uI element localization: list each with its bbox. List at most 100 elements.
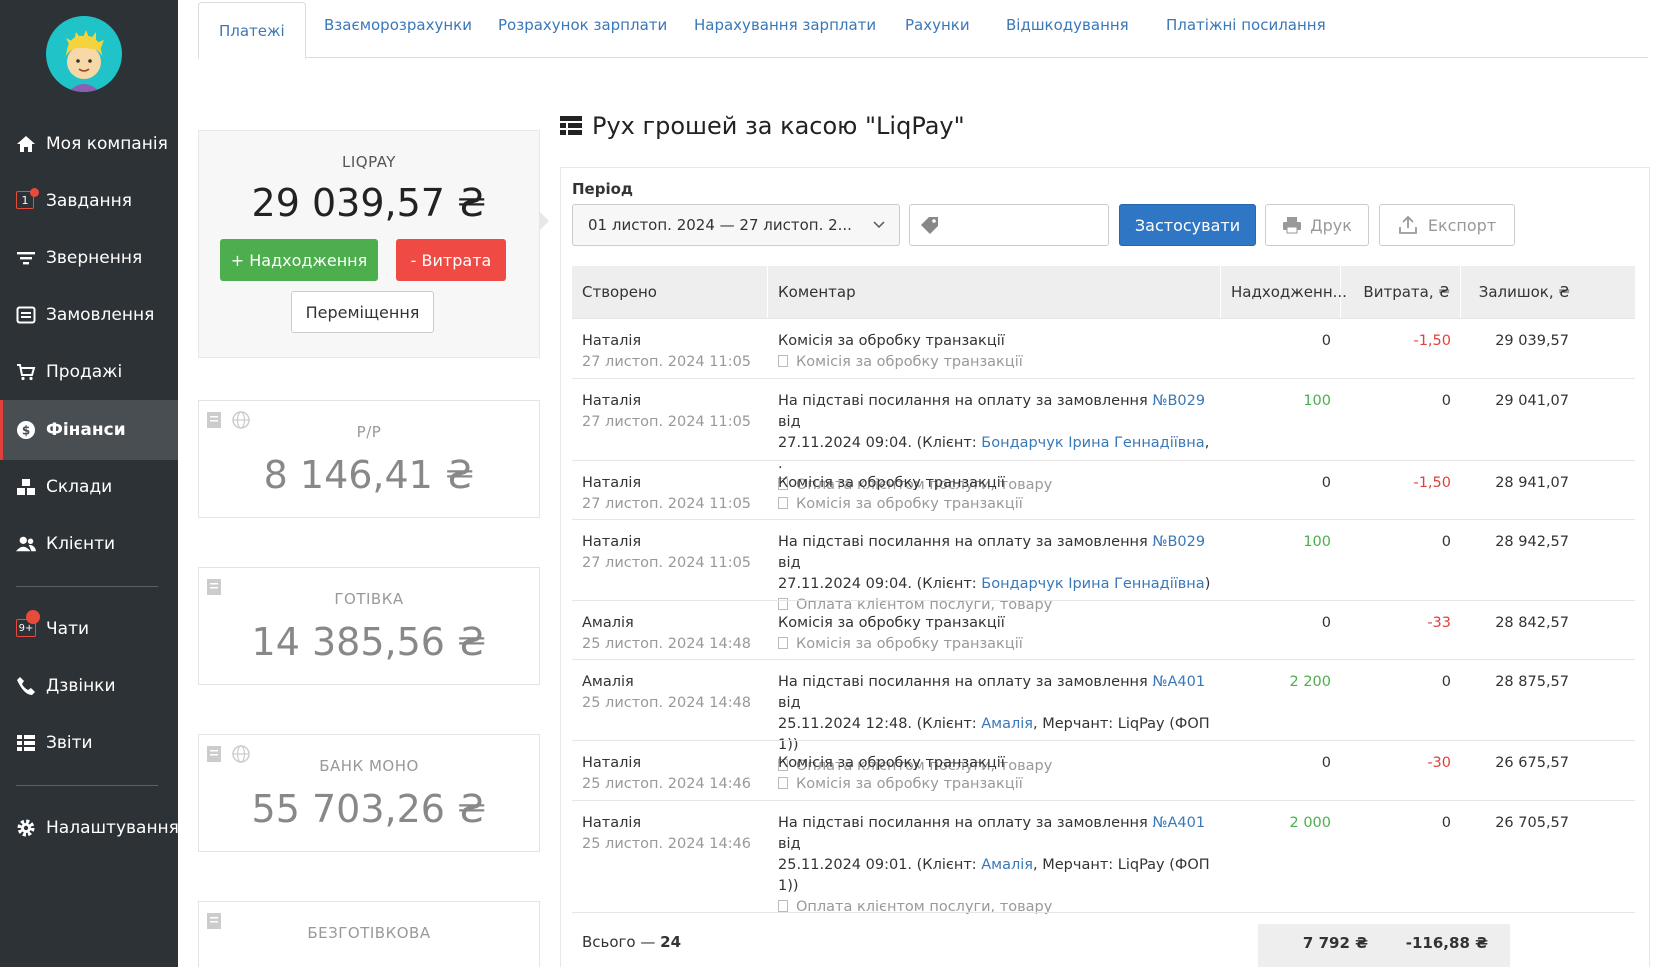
comment-cell: Комісія за обробку транзакції Комісія за …: [778, 753, 1218, 795]
cashbox-card-liqpay[interactable]: LIQPAY 29 039,57 ₴ + Надходження - Витра…: [198, 130, 549, 358]
cashbox-card-mono[interactable]: БАНК МОНО 55 703,26 ₴: [198, 734, 540, 852]
sidebar-item-requests[interactable]: Звернення: [0, 228, 178, 288]
document-icon: [778, 637, 788, 649]
income-cell: 2 200: [1289, 674, 1331, 690]
print-button[interactable]: Друк: [1265, 204, 1369, 246]
created-date: 27 листоп. 2024 11:05: [582, 354, 752, 370]
client-link[interactable]: Бондарчук Ірина Геннадіївна: [981, 435, 1204, 451]
tab-refunds[interactable]: Відшкодування: [1006, 16, 1129, 34]
sidebar-divider: [16, 785, 158, 786]
author-name: Амалія: [582, 674, 634, 690]
author-name: Наталія: [582, 534, 642, 550]
table-row[interactable]: Наталія 27 листоп. 2024 11:05 На підставі …: [572, 519, 1635, 613]
column-header-expense[interactable]: Витрата, ₴: [1341, 266, 1461, 318]
comment-note: Комісія за обробку транзакції: [796, 776, 1023, 792]
finance-icon: $: [16, 420, 36, 440]
tab-salary-calculation[interactable]: Розрахунок зарплати: [498, 16, 667, 34]
created-date: 25 листоп. 2024 14:48: [582, 695, 752, 711]
income-cell: 0: [1321, 615, 1331, 631]
chevron-down-icon: [873, 221, 885, 229]
cashbox-card-cashless[interactable]: БЕЗГОТІВКОВА: [198, 901, 540, 967]
order-link[interactable]: №A401: [1152, 674, 1205, 690]
client-link[interactable]: Амалія: [981, 716, 1033, 732]
expense-cell: 0: [1441, 815, 1451, 831]
cashbox-card-cash[interactable]: ГОТІВКА 14 385,56 ₴: [198, 567, 540, 685]
totals-box: 7 792 ₴ -116,88 ₴: [1258, 924, 1510, 967]
cashbox-title: LIQPAY: [342, 153, 396, 171]
column-header-created[interactable]: Створено: [572, 266, 768, 318]
comment-text: На підставі посилання на оплату за замов…: [778, 674, 1153, 690]
column-header-income[interactable]: Надходженн...: [1221, 266, 1347, 318]
warehouse-icon: [16, 477, 36, 497]
comment-text: Комісія за обробку транзакції: [778, 475, 1005, 491]
income-cell: 100: [1303, 534, 1331, 550]
tab-payments[interactable]: Платежі: [198, 2, 306, 59]
cashbox-amount: 55 703,26 ₴: [251, 787, 487, 831]
avatar[interactable]: [46, 16, 122, 92]
table-row[interactable]: Наталія 27 листоп. 2024 11:05 Комісія за о…: [572, 318, 1635, 378]
expense-cell: -33: [1427, 615, 1451, 631]
created-cell: Наталія 25 листоп. 2024 14:46: [582, 813, 762, 855]
tab-salary-accrual[interactable]: Нарахування зарплати: [694, 16, 876, 34]
document-icon: [778, 355, 788, 367]
expense-button[interactable]: - Витрата: [396, 239, 506, 281]
cart-icon: [16, 362, 36, 382]
sidebar-item-label: Продажі: [46, 362, 123, 382]
client-link[interactable]: Бондарчук Ірина Геннадіївна: [981, 576, 1204, 592]
sidebar-item-clients[interactable]: Клієнти: [0, 514, 178, 574]
column-header-comment[interactable]: Коментар: [768, 266, 1221, 318]
tab-payment-links[interactable]: Платіжні посилання: [1166, 16, 1326, 34]
income-cell: 100: [1303, 393, 1331, 409]
sidebar-item-chats[interactable]: 9+ Чати: [0, 599, 178, 659]
author-name: Наталія: [582, 755, 642, 771]
table-row[interactable]: Наталія 25 листоп. 2024 14:46 На підставі …: [572, 800, 1635, 915]
comment-text: від: [778, 836, 801, 852]
svg-text:$: $: [22, 424, 30, 438]
sidebar-item-orders[interactable]: Замовлення: [0, 285, 178, 345]
comment-text: Комісія за обробку транзакції: [778, 755, 1005, 771]
sidebar-item-warehouses[interactable]: Склади: [0, 457, 178, 517]
order-link[interactable]: №B029: [1152, 393, 1205, 409]
export-button[interactable]: Експорт: [1379, 204, 1515, 246]
tasks-icon: 1: [16, 188, 39, 211]
balance-cell: 29 039,57: [1495, 333, 1569, 349]
income-button[interactable]: + Надходження: [220, 239, 378, 281]
sidebar-item-tasks[interactable]: 1 Завдання: [0, 171, 178, 231]
period-select[interactable]: 01 листоп. 2024 — 27 листоп. 2...: [572, 204, 900, 246]
sidebar-item-my-company[interactable]: Моя компанія: [0, 114, 178, 174]
cashbox-card-rp[interactable]: Р/Р 8 146,41 ₴: [198, 400, 540, 518]
comment-cell: Комісія за обробку транзакції Комісія за …: [778, 613, 1218, 655]
sidebar-item-reports[interactable]: Звіти: [0, 713, 178, 773]
sidebar-item-calls[interactable]: Дзвінки: [0, 656, 178, 716]
table-row[interactable]: Амалія 25 листоп. 2024 14:48 Комісія за об…: [572, 600, 1635, 659]
order-link[interactable]: №A401: [1152, 815, 1205, 831]
column-header-balance[interactable]: Залишок, ₴: [1461, 266, 1580, 318]
table-row[interactable]: Наталія 27 листоп. 2024 11:05 На підставі …: [572, 378, 1635, 493]
cashbox-amount: 8 146,41 ₴: [263, 453, 475, 497]
reports-icon: [16, 733, 36, 753]
comment-text: Комісія за обробку транзакції: [778, 615, 1005, 631]
client-link[interactable]: Амалія: [981, 857, 1033, 873]
gear-icon: [16, 818, 36, 838]
sidebar-item-finance[interactable]: $ Фінанси: [0, 400, 178, 460]
table-row[interactable]: Наталія 25 листоп. 2024 14:46 Комісія за о…: [572, 740, 1635, 800]
sidebar-item-sales[interactable]: Продажі: [0, 342, 178, 402]
balance-cell: 26 675,57: [1495, 755, 1569, 771]
sidebar-item-label: Клієнти: [46, 534, 116, 554]
comment-cell: Комісія за обробку транзакції Комісія за …: [778, 331, 1218, 373]
table-row[interactable]: Амалія 25 листоп. 2024 14:48 На підставі п…: [572, 659, 1635, 774]
table-row[interactable]: Наталія 27 листоп. 2024 11:05 Комісія за о…: [572, 460, 1635, 519]
order-link[interactable]: №B029: [1152, 534, 1205, 550]
transfer-button[interactable]: Переміщення: [291, 291, 434, 333]
tab-invoices[interactable]: Рахунки: [905, 16, 970, 34]
card-pointer: [539, 211, 549, 231]
sidebar-item-settings[interactable]: Налаштування: [0, 798, 179, 858]
comment-cell: На підставі посилання на оплату за замов…: [778, 813, 1218, 918]
expense-cell: 0: [1441, 393, 1451, 409]
tab-settlements[interactable]: Взаєморозрахунки: [324, 16, 472, 34]
apply-button[interactable]: Застосувати: [1119, 204, 1256, 246]
orders-icon: [16, 305, 36, 325]
tag-filter-input[interactable]: [909, 204, 1109, 246]
created-date: 27 листоп. 2024 11:05: [582, 414, 752, 430]
home-icon: [16, 134, 36, 154]
